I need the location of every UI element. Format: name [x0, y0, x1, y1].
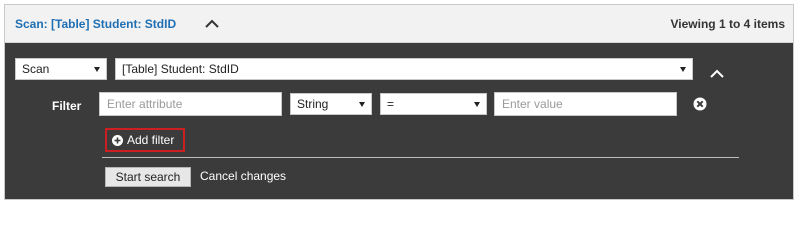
scan-mode-value: Scan	[22, 62, 50, 76]
remove-circle-icon[interactable]	[693, 97, 707, 111]
scan-mode-select[interactable]: Scan	[15, 58, 107, 80]
filter-label: Filter	[52, 99, 82, 113]
value-placeholder: Enter value	[502, 97, 563, 111]
chevron-up-icon[interactable]	[709, 68, 725, 80]
type-value: String	[297, 97, 329, 111]
operator-select[interactable]: =	[380, 93, 487, 115]
source-value: [Table] Student: StdID	[122, 62, 239, 76]
divider	[102, 157, 739, 158]
type-select[interactable]: String	[290, 93, 372, 115]
add-filter-label: Add filter	[127, 133, 175, 147]
value-input[interactable]: Enter value	[494, 92, 677, 116]
start-search-button[interactable]: Start search	[105, 167, 191, 187]
scan-title[interactable]: Scan: [Table] Student: StdID	[15, 17, 176, 31]
attribute-placeholder: Enter attribute	[107, 97, 183, 111]
source-select[interactable]: [Table] Student: StdID	[115, 58, 693, 80]
cancel-changes-link[interactable]: Cancel changes	[200, 169, 286, 183]
caret-down-icon	[680, 67, 686, 72]
add-filter-button[interactable]: Add filter	[105, 128, 185, 152]
caret-down-icon	[474, 102, 480, 107]
caret-down-icon	[359, 102, 365, 107]
plus-circle-icon	[112, 135, 123, 146]
caret-down-icon	[94, 67, 100, 72]
panel-header: Scan: [Table] Student: StdID Viewing 1 t…	[5, 5, 793, 43]
scan-panel: Scan: [Table] Student: StdID Viewing 1 t…	[4, 4, 794, 200]
attribute-input[interactable]: Enter attribute	[99, 92, 282, 116]
viewing-count: Viewing 1 to 4 items	[670, 17, 785, 31]
chevron-up-icon[interactable]	[204, 18, 220, 30]
operator-value: =	[387, 97, 395, 111]
